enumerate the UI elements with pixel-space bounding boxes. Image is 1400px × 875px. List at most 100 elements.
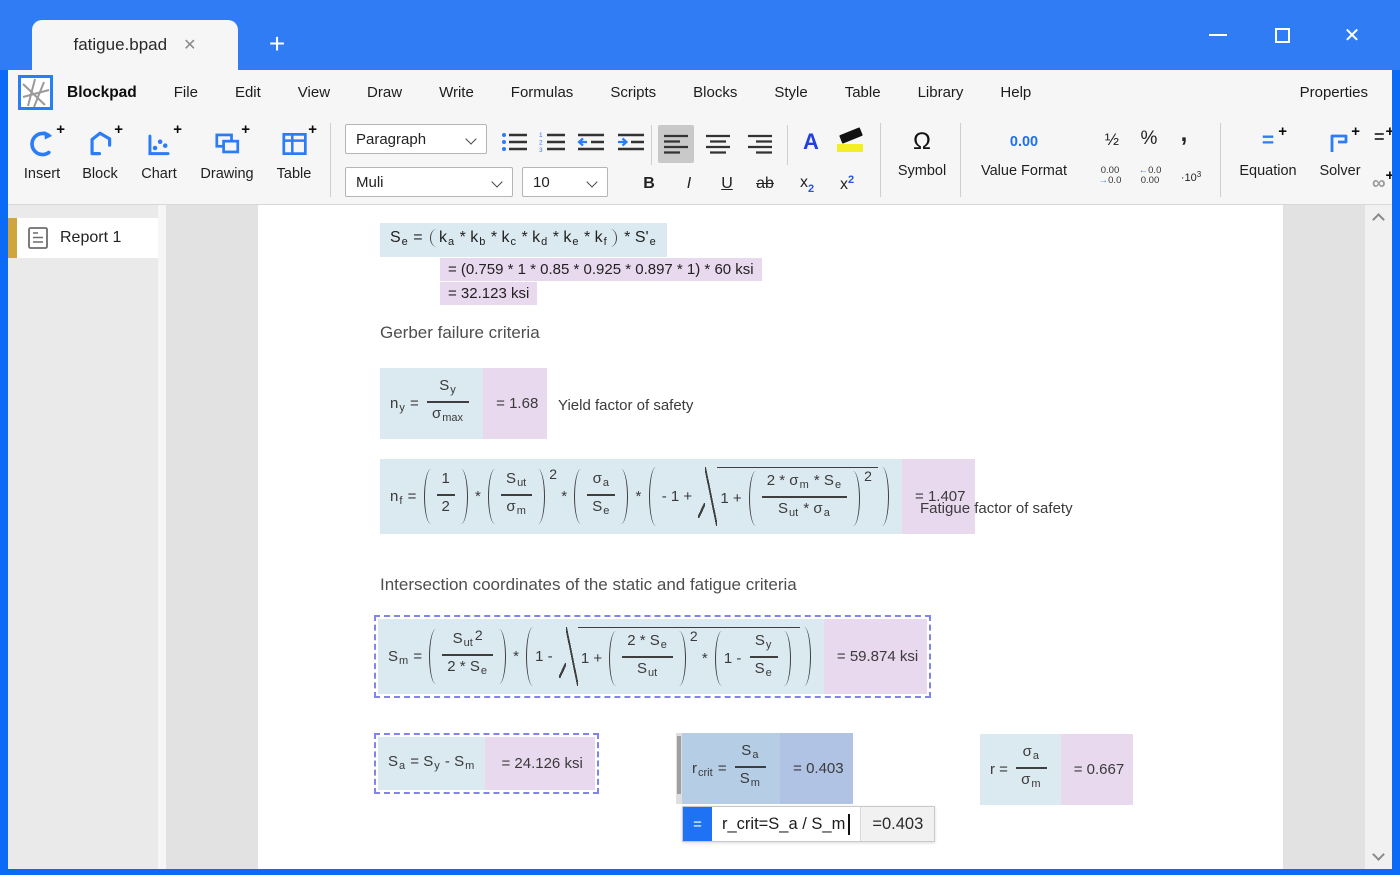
toolbar-divider	[787, 125, 788, 165]
formula-ny-block[interactable]: ny = Syσmax = 1.68	[380, 368, 547, 439]
formula-se-expression: Se = ka * kb * kc * kd * ke * kf * S'e	[380, 223, 667, 257]
bullet-list-button[interactable]	[498, 127, 532, 157]
font-name-select[interactable]: Muli	[345, 167, 513, 197]
clipped-equation-button[interactable]: =+	[1374, 123, 1392, 148]
minimize-button[interactable]	[1196, 0, 1240, 70]
symbol-button[interactable]: Ω Symbol	[886, 123, 958, 179]
scroll-up-icon[interactable]	[1372, 213, 1385, 226]
underline-button[interactable]: U	[710, 171, 744, 197]
menu-blocks[interactable]: Blocks	[693, 84, 737, 101]
close-icon: ✕	[1344, 23, 1361, 48]
chevron-down-icon	[491, 176, 502, 187]
document-tab[interactable]: fatigue.bpad ✕	[32, 20, 238, 70]
numbered-list-button[interactable]: 123	[536, 127, 570, 157]
highlight-button[interactable]	[834, 127, 868, 157]
plus-badge-icon: +	[173, 121, 182, 138]
menu-write[interactable]: Write	[439, 84, 474, 101]
insert-button[interactable]: + Insert	[14, 127, 70, 182]
formula-se-evaluation: = (0.759 * 1 * 0.85 * 0.925 * 0.897 * 1)…	[440, 258, 762, 281]
decrease-decimal-button[interactable]: ←0.0 0.00	[1132, 163, 1168, 189]
menu-edit[interactable]: Edit	[235, 84, 261, 101]
strikethrough-icon: ab	[756, 175, 774, 193]
percent-format-button[interactable]: %	[1134, 125, 1164, 153]
align-right-button[interactable]	[742, 125, 778, 163]
sidebar-item-report-1[interactable]: Report 1	[8, 218, 158, 258]
clipped-link-button[interactable]: ∞+	[1372, 167, 1392, 195]
formula-drag-handle[interactable]	[676, 733, 682, 804]
chart-button[interactable]: + Chart	[130, 127, 188, 182]
formula-edit-bar[interactable]: = r_crit=S_a / S_m =0.403	[682, 806, 935, 842]
formula-sa-expression: Sa = Sy - Sm	[378, 737, 485, 790]
equals-button[interactable]: =	[683, 807, 712, 841]
subscript-button[interactable]: x2	[790, 171, 824, 197]
menu-properties[interactable]: Properties	[1300, 84, 1368, 101]
menu-view[interactable]: View	[298, 84, 330, 101]
caption-yield[interactable]: Yield factor of safety	[558, 397, 693, 414]
formula-se-result: = 32.123 ksi	[440, 282, 537, 305]
formula-sa-block[interactable]: Sa = Sy - Sm = 24.126 ksi	[378, 737, 595, 790]
scroll-down-icon[interactable]	[1372, 848, 1385, 861]
align-center-button[interactable]	[700, 125, 736, 163]
drawing-button[interactable]: + Drawing	[192, 127, 262, 182]
formula-r-block[interactable]: r = σaσm = 0.667	[980, 734, 1133, 805]
font-size-select[interactable]: 10	[522, 167, 608, 197]
menu-help[interactable]: Help	[1000, 84, 1031, 101]
toolbar-divider	[651, 125, 652, 165]
menu-library[interactable]: Library	[918, 84, 964, 101]
scientific-format-button[interactable]: ·103	[1172, 165, 1210, 189]
formula-nf-block[interactable]: nf = 12 * Sutσm2 * σaSe * - 1 + 1 + 2 * …	[380, 459, 975, 534]
block-button[interactable]: + Block	[72, 127, 128, 182]
menu-blockpad[interactable]: Blockpad	[67, 84, 137, 102]
numbered-list-icon: 123	[538, 130, 568, 154]
bold-icon: B	[643, 175, 655, 193]
menu-bar: Blockpad File Edit View Draw Write Formu…	[8, 70, 1392, 115]
outdent-button[interactable]	[574, 127, 608, 157]
menu-style[interactable]: Style	[774, 84, 807, 101]
formula-sm-selection[interactable]: Sm = Sut22 * Se * 1 - 1 + 2 * SeSut2 * 1…	[374, 615, 931, 698]
menu-scripts[interactable]: Scripts	[610, 84, 656, 101]
formula-rcrit-block[interactable]: rcrit = SaSm = 0.403	[676, 733, 853, 804]
formula-sm-block[interactable]: Sm = Sut22 * Se * 1 - 1 + 2 * SeSut2 * 1…	[378, 619, 927, 694]
comma-format-button[interactable]: ,	[1174, 119, 1194, 149]
font-color-button[interactable]: A	[794, 127, 828, 157]
plus-badge-icon: +	[241, 121, 250, 138]
fraction-icon: ½	[1105, 130, 1119, 150]
active-item-marker	[8, 218, 17, 258]
menu-table[interactable]: Table	[845, 84, 881, 101]
close-button[interactable]: ✕	[1330, 0, 1374, 70]
equation-button[interactable]: =+ Equation	[1228, 123, 1308, 179]
heading-gerber[interactable]: Gerber failure criteria	[380, 323, 540, 343]
indent-button[interactable]	[614, 127, 648, 157]
drawing-label: Drawing	[200, 166, 253, 182]
menu-formulas[interactable]: Formulas	[511, 84, 574, 101]
svg-text:1: 1	[539, 132, 543, 139]
maximize-button[interactable]	[1260, 0, 1304, 70]
align-left-button[interactable]	[658, 125, 694, 163]
toolbar-divider	[1220, 123, 1221, 197]
vertical-scrollbar[interactable]	[1365, 205, 1392, 869]
menu-draw[interactable]: Draw	[367, 84, 402, 101]
strikethrough-button[interactable]: ab	[748, 171, 782, 197]
italic-button[interactable]: I	[672, 171, 706, 197]
caption-fatigue[interactable]: Fatigue factor of safety	[920, 500, 1073, 517]
table-button[interactable]: + Table	[266, 127, 322, 182]
formula-ny-result: = 1.68	[483, 368, 547, 439]
new-tab-button[interactable]: +	[258, 24, 296, 64]
fraction-format-button[interactable]: ½	[1098, 127, 1126, 153]
formula-sa-result: = 24.126 ksi	[485, 737, 594, 790]
tab-close-icon[interactable]: ✕	[183, 35, 196, 55]
minimize-icon	[1209, 34, 1227, 36]
paragraph-style-select[interactable]: Paragraph	[345, 124, 487, 154]
formula-input[interactable]: r_crit=S_a / S_m	[712, 807, 860, 841]
heading-intersection[interactable]: Intersection coordinates of the static a…	[380, 575, 797, 595]
menu-file[interactable]: File	[174, 84, 198, 101]
increase-decimal-button[interactable]: 0.00 →0.0	[1092, 163, 1128, 189]
title-bar: fatigue.bpad ✕ + ✕	[0, 0, 1400, 70]
value-format-button[interactable]: 0.00 Value Format	[966, 123, 1082, 179]
scientific-icon: ·103	[1181, 170, 1201, 184]
formula-se-block[interactable]: Se = ka * kb * kc * kd * ke * kf * S'e =…	[380, 223, 762, 306]
bold-button[interactable]: B	[632, 171, 666, 197]
superscript-button[interactable]: x2	[830, 171, 864, 197]
formula-sa-selection[interactable]: Sa = Sy - Sm = 24.126 ksi	[374, 733, 599, 794]
solver-button[interactable]: + Solver	[1310, 123, 1370, 179]
